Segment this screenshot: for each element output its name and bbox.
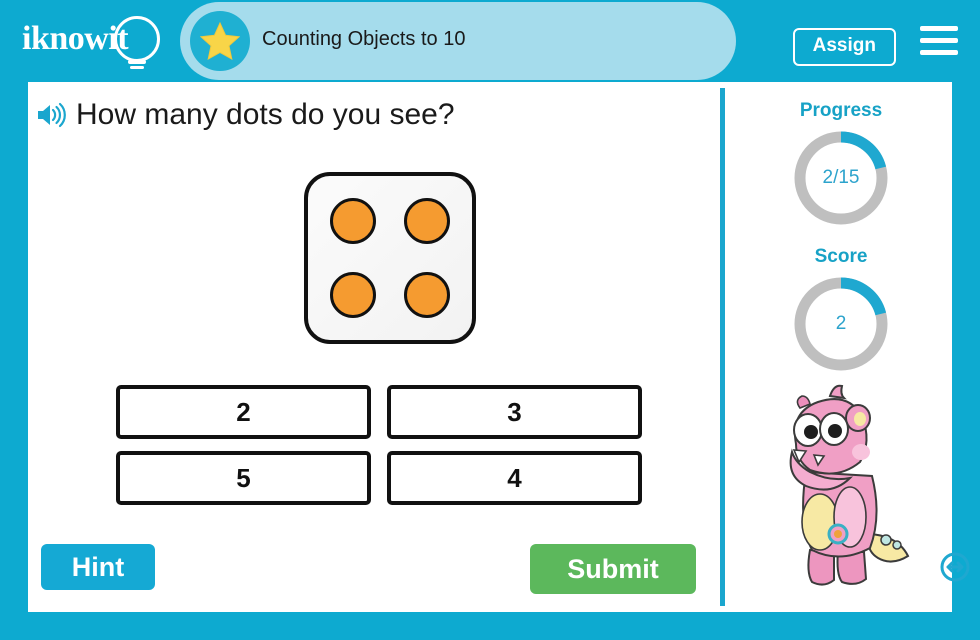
brand-logo[interactable]: iknowit <box>22 14 172 72</box>
answer-choice-row: 2 3 <box>116 385 642 439</box>
question-text: How many dots do you see? <box>76 98 455 131</box>
content-card: How many dots do you see? 2 3 5 4 Hint S… <box>28 82 970 612</box>
status-sidebar: Progress 2/15 Score 2 <box>728 82 970 612</box>
score-donut: 2 <box>789 272 893 376</box>
score-label: Score <box>814 246 868 267</box>
speaker-icon[interactable] <box>36 102 66 128</box>
hamburger-bar <box>920 38 958 43</box>
progress-panel: Progress 2/15 <box>756 100 926 230</box>
answer-choice-row: 5 4 <box>116 451 642 505</box>
hamburger-menu-icon[interactable] <box>920 26 958 56</box>
app-frame: iknowit Counting Objects to 10 Assign Ho… <box>0 0 980 640</box>
hint-button[interactable]: Hint <box>41 544 155 590</box>
lightbulb-icon <box>114 16 160 62</box>
hamburger-bar <box>920 26 958 31</box>
app-header: iknowit Counting Objects to 10 Assign <box>0 0 980 82</box>
star-icon <box>200 22 240 60</box>
dice-dot <box>404 272 450 318</box>
answer-choice-4[interactable]: 4 <box>387 451 642 505</box>
answer-choice-1[interactable]: 2 <box>116 385 371 439</box>
lightbulb-base-icon <box>128 60 146 64</box>
score-panel: Score 2 <box>756 246 926 376</box>
progress-value: 2/15 <box>822 167 860 188</box>
dice-face <box>304 172 476 344</box>
lesson-title: Counting Objects to 10 <box>262 28 466 50</box>
progress-donut: 2/15 <box>789 126 893 230</box>
resize-horizontal-icon[interactable] <box>940 552 970 582</box>
submit-button[interactable]: Submit <box>530 544 696 594</box>
dice-dot <box>404 198 450 244</box>
lesson-star-badge <box>190 11 250 71</box>
pink-monster-mascot <box>789 384 910 586</box>
content-sidebar-divider <box>720 88 725 606</box>
answer-choices: 2 3 5 4 <box>116 385 642 517</box>
score-value: 2 <box>835 313 847 334</box>
answer-choice-3[interactable]: 5 <box>116 451 371 505</box>
question-row: How many dots do you see? <box>36 98 455 132</box>
brand-logo-text: iknowit <box>22 20 129 57</box>
dice-dot <box>330 272 376 318</box>
assign-button[interactable]: Assign <box>792 28 896 66</box>
dice-dot <box>330 198 376 244</box>
lightbulb-base-lower-icon <box>130 66 144 69</box>
answer-choice-2[interactable]: 3 <box>387 385 642 439</box>
progress-label: Progress <box>799 100 883 121</box>
hamburger-bar <box>920 50 958 55</box>
